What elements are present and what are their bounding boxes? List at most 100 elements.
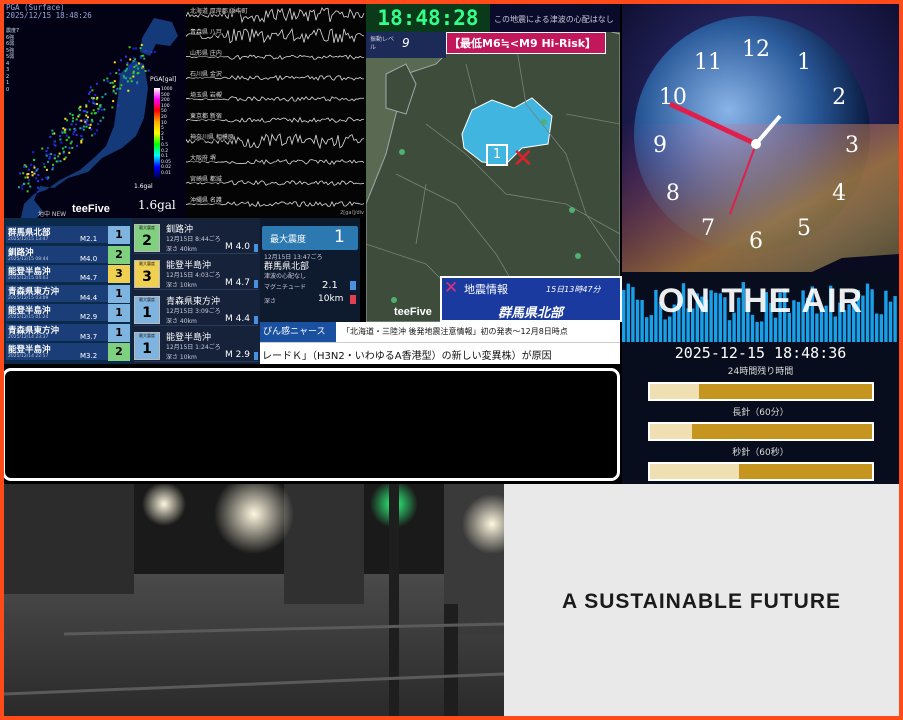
max-intensity-value: 1: [334, 227, 345, 247]
detail-magnitude: M 4.7: [225, 278, 250, 288]
clock-number: 11: [694, 50, 722, 75]
gal-caption: 1.6gal: [134, 183, 153, 190]
station-label: 大阪府 堺: [190, 153, 216, 162]
quake-shindo: 2: [108, 343, 130, 361]
detail-depth: 深さ 10km: [166, 282, 197, 289]
live-camera-feed: [4, 474, 522, 716]
detail-magnitude: M 4.4: [225, 314, 250, 324]
quake-list-item[interactable]: 能登半島沖 2025/12/15 01:24 M2.9 1: [6, 304, 130, 322]
pga-scale-labels: 1000 500 200 100 50 20 10 5 2 1 0.5 0.2 0.1 0.05 0.02 0…: [161, 86, 172, 176]
quake-date: 2025/12/14 22:57: [8, 354, 49, 359]
waveform-row: 北海道 厚岸郡 浜中町: [186, 4, 366, 25]
quake-list-item[interactable]: 能登半島沖 2025/12/14 22:57 M3.2 2: [6, 343, 130, 361]
quake-detail-item[interactable]: 最大震度 1 青森県東方沖 12月15日 3:09ごろ 深さ 40km M 4.4: [134, 292, 258, 326]
station-label: 埼玉県 岩槻: [190, 90, 222, 99]
shake-level-label: 振動レベル: [370, 36, 395, 51]
quake-shindo: 1: [108, 284, 130, 303]
ticker-headline: 「北海道・三陸沖 後発地震注意情報」初の発表～12月8日時点: [342, 327, 568, 336]
shindo-badge: 最大震度 3: [134, 260, 160, 288]
remaining-time-bar: [648, 422, 874, 441]
news-ticker: ぴん感ニャース 「北海道・三陸沖 後発地震注意情報」初の発表～12月8日時点 レ…: [260, 322, 620, 364]
analog-clock-face: 121234567891011: [622, 4, 899, 272]
waveform-row: 宮崎県 都城: [186, 172, 366, 193]
quake-date: 2025/12/14 23:37: [8, 334, 49, 340]
quake-detail-item[interactable]: 最大震度 1 能登半島沖 12月15日 1:24ごろ 深さ 10km M 2.9: [134, 328, 258, 362]
remaining-time-bar: [648, 462, 874, 481]
station-label: 山形県 庄内: [190, 48, 222, 57]
bar-label: 長針（60分）: [732, 408, 789, 418]
shindo-badge-value: 3: [142, 269, 152, 285]
teefive-logo-2: teeFive: [394, 306, 432, 318]
info-label: 地震情報: [464, 283, 508, 296]
quake-info-box: ✕ 地震情報 15日13時47分 群馬県北部: [440, 276, 622, 322]
shindo-badge-value: 1: [142, 305, 152, 321]
waveform-row: 大阪府 堺: [186, 151, 366, 172]
quake-magnitude: M4.7: [80, 274, 98, 282]
magnitude-value: 2.1: [322, 280, 338, 291]
pga-new-label: 地中 NEW: [38, 211, 67, 218]
quake-magnitude: M2.9: [80, 313, 98, 321]
detail-date: 12月15日 3:09ごろ: [166, 308, 221, 315]
region-number-marker: 1: [486, 144, 508, 166]
max-intensity-box: 最大震度 1: [262, 226, 358, 250]
pga-scale-label: 0.01: [161, 170, 172, 176]
quake-list-item[interactable]: 青森県東方沖 2025/12/15 03:09 M4.4 1: [6, 284, 130, 303]
quake-shindo: 1: [108, 323, 130, 342]
clock-number: 3: [845, 133, 859, 158]
quake-date: 2025/12/15 08:44: [8, 256, 49, 262]
magnitude-bar: [350, 281, 356, 290]
sustainable-future-text: A SUSTAINABLE FUTURE: [562, 590, 841, 613]
shindo-badge-label: 最大震度: [139, 333, 155, 338]
detail-bar: [254, 316, 258, 324]
detail-magnitude: M 4.0: [225, 242, 250, 252]
quake-list-item[interactable]: 群馬県北部 2025/12/15 13:47 M2.1 1: [6, 226, 130, 244]
quake-detail-item[interactable]: 最大震度 2 釧路沖 12月15日 8:44ごろ 深さ 40km M 4.0: [134, 220, 258, 254]
epicenter-cross-icon: ✕: [512, 144, 534, 174]
shindo-badge-label: 最大震度: [139, 261, 155, 266]
seismic-waveform-panel: 北海道 厚岸郡 浜中町 青森県 八戸 山形県 庄内 石川県 金沢 埼玉県 岩槻 東京都 新…: [186, 4, 366, 218]
station-label: 青森県 八戸: [190, 27, 222, 36]
shake-level-value: 9: [402, 36, 410, 50]
bar-label: 24時間残り時間: [727, 367, 794, 377]
analog-clock-panel: 12 1 2 3 4 5 6 7 8 9 10 11: [622, 4, 899, 272]
street-scene: [4, 474, 522, 716]
risk-banner: 【最低M6≒<M9 Hi-Risk】: [446, 32, 606, 54]
pga-map-panel: PGA (Surface) 2025/12/15 18:48:26 震度7 6強 6弱…: [4, 4, 186, 218]
teefive-logo: teeFive: [72, 203, 110, 215]
pga-scale-title: PGA[gal]: [150, 76, 177, 83]
clock-number: 12: [742, 37, 770, 62]
quake-date: 2025/12/15 04:03: [8, 276, 49, 281]
quake-magnitude: M4.0: [80, 254, 98, 263]
quake-list-item[interactable]: 青森県東方沖 2025/12/14 23:37 M3.7 1: [6, 323, 130, 342]
quake-shindo: 1: [108, 226, 130, 244]
clock-number: 4: [832, 181, 846, 206]
ticker-tag: ぴん感ニャース: [260, 322, 336, 342]
quake-detail-item[interactable]: 最大震度 3 能登半島沖 12月15日 4:03ごろ 深さ 10km M 4.7: [134, 256, 258, 290]
waveform-row: 山形県 庄内: [186, 46, 366, 67]
quake-magnitude: M3.7: [80, 332, 98, 341]
clock-number: 6: [749, 229, 763, 254]
info-cross-icon: ✕: [444, 278, 459, 298]
magnitude-label: マグニチュード: [264, 284, 307, 291]
waveform-row: 沖縄県 名護: [186, 193, 366, 214]
clock-number: 7: [701, 216, 715, 241]
quake-list-item[interactable]: 能登半島沖 2025/12/15 04:03 M4.7 3: [6, 265, 130, 283]
quake-shindo: 2: [108, 245, 130, 264]
eew-map-panel: 1 ✕ 18:48:28 この地震による津波の心配はなし 振動レベル 9 【最低…: [366, 4, 622, 322]
clock-number: 9: [653, 133, 667, 158]
station-label: 神奈川県 相模原: [190, 132, 234, 141]
detail-depth: 深さ 10km: [166, 354, 197, 361]
quake-date: 2025/12/15 13:47: [8, 237, 49, 242]
sustainable-future-panel: A SUSTAINABLE FUTURE: [504, 484, 899, 716]
quake-magnitude: M4.4: [80, 293, 98, 302]
clock-number: 2: [832, 85, 846, 110]
ticker-scroll-text: レードＫ」（H3N2・いわゆるA香港型）の新しい変異株）が原因: [262, 351, 552, 362]
station-label: 宮崎県 都城: [190, 174, 222, 183]
detail-bar: [254, 352, 258, 360]
remaining-time-bar: [648, 382, 874, 401]
clock-number: 8: [666, 181, 680, 206]
on-air-title: ON THE AIR: [657, 282, 864, 320]
tsunami-message: この地震による津波の心配はなし: [490, 4, 620, 32]
quake-shindo: 3: [108, 265, 130, 283]
quake-list-item[interactable]: 釧路沖 2025/12/15 08:44 M4.0 2: [6, 245, 130, 264]
